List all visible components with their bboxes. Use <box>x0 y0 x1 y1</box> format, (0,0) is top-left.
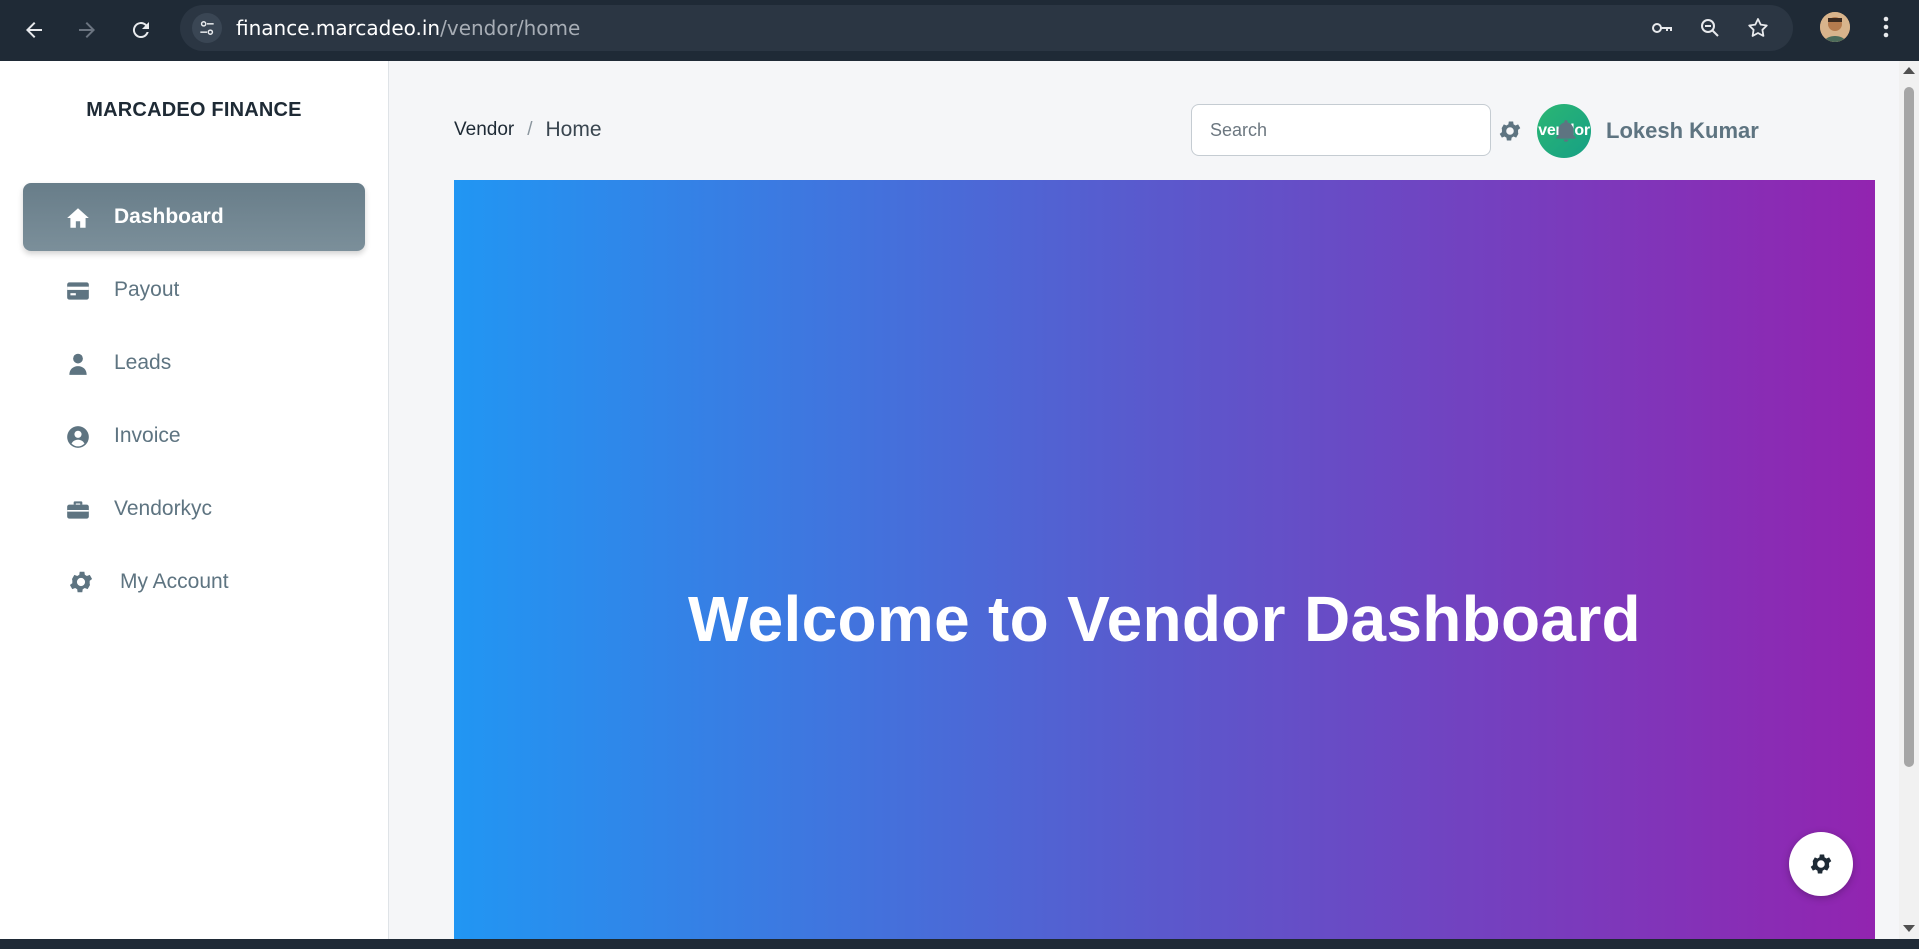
url-path: /vendor/home <box>440 16 581 40</box>
breadcrumb-root[interactable]: Vendor <box>454 119 514 141</box>
sidebar-item-label: Leads <box>114 351 172 374</box>
scroll-up-arrow-icon[interactable] <box>1903 67 1915 74</box>
sidebar-item-label: Dashboard <box>114 205 224 228</box>
credit-card-icon <box>67 282 89 300</box>
url-text: finance.marcadeo.in/vendor/home <box>236 5 580 51</box>
sidebar-item-label: My Account <box>120 570 229 593</box>
gear-icon[interactable] <box>1497 118 1523 144</box>
sidebar: MARCADEO FINANCE Dashboard Payout Leads … <box>0 61 389 939</box>
home-icon <box>67 208 89 228</box>
sidebar-item-label: Vendorkyc <box>114 497 213 520</box>
main-content: Vendor / Home vendor Lokesh Kumar Welcom… <box>389 61 1899 939</box>
gear-icon <box>1810 854 1832 874</box>
breadcrumb-current: Home <box>545 118 602 141</box>
reload-icon <box>132 22 149 39</box>
bell-icon[interactable] <box>1553 118 1579 144</box>
sidebar-item-label: Invoice <box>114 424 181 447</box>
browser-toolbar: finance.marcadeo.in/vendor/home <box>0 0 1919 61</box>
arrow-right-icon <box>79 22 95 38</box>
welcome-banner: Welcome to Vendor Dashboard <box>454 180 1875 939</box>
sidebar-item-payout[interactable]: Payout <box>23 256 365 324</box>
scrollbar-thumb[interactable] <box>1904 87 1914 767</box>
welcome-title: Welcome to Vendor Dashboard <box>688 583 1641 655</box>
briefcase-icon <box>67 501 89 519</box>
sidebar-item-my-account[interactable]: My Account <box>23 548 365 616</box>
search-input[interactable] <box>1191 104 1491 156</box>
taskbar-edge <box>0 939 1919 949</box>
browser-menu-icon[interactable] <box>1876 12 1896 42</box>
sidebar-item-vendorkyc[interactable]: Vendorkyc <box>23 475 365 543</box>
key-icon[interactable] <box>1650 16 1674 40</box>
bookmark-star-icon[interactable] <box>1746 16 1770 40</box>
person-icon <box>69 353 87 375</box>
page-scrollbar[interactable] <box>1899 61 1919 939</box>
back-button[interactable] <box>14 10 54 50</box>
sidebar-item-dashboard[interactable]: Dashboard <box>23 183 365 251</box>
profile-avatar-icon[interactable] <box>1820 12 1850 42</box>
address-bar[interactable]: finance.marcadeo.in/vendor/home <box>180 5 1793 51</box>
sidebar-item-invoice[interactable]: Invoice <box>23 402 365 470</box>
brand-title: MARCADEO FINANCE <box>86 99 302 121</box>
user-name[interactable]: Lokesh Kumar <box>1606 118 1759 144</box>
zoom-icon[interactable] <box>1698 16 1722 40</box>
url-host: finance.marcadeo.in <box>236 16 441 40</box>
reload-button[interactable] <box>121 10 161 50</box>
sidebar-item-leads[interactable]: Leads <box>23 329 365 397</box>
account-circle-icon <box>67 426 89 448</box>
arrow-left-icon <box>26 22 42 38</box>
gear-icon <box>69 571 93 593</box>
forward-button[interactable] <box>67 10 107 50</box>
breadcrumb: Vendor / Home <box>454 118 602 142</box>
sidebar-item-label: Payout <box>114 278 180 301</box>
scroll-down-arrow-icon[interactable] <box>1903 925 1915 932</box>
site-settings-icon[interactable] <box>192 13 222 43</box>
breadcrumb-separator: / <box>527 119 533 140</box>
floating-settings-button[interactable] <box>1789 832 1853 896</box>
